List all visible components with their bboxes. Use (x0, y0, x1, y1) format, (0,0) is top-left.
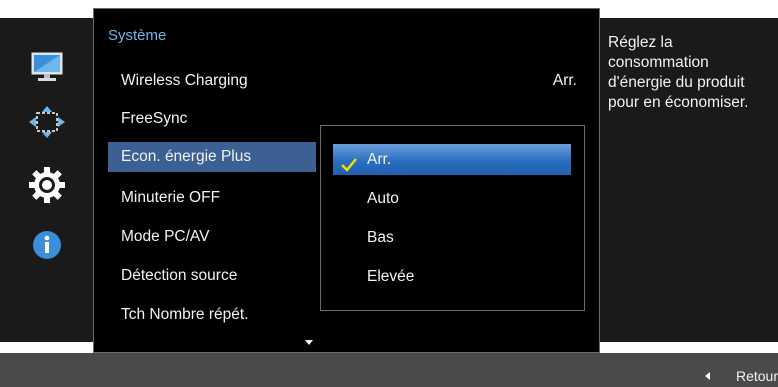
picture-icon[interactable] (27, 48, 67, 88)
back-label: Retour (735, 368, 778, 384)
menu-item-label: Détection source (121, 267, 238, 284)
option-auto[interactable]: Auto (333, 183, 571, 214)
back-button[interactable]: Retour (704, 366, 778, 386)
option-arr[interactable]: Arr. (333, 144, 571, 175)
osd-menu: Réglez la consommation d'énergie du prod… (0, 0, 778, 387)
information-icon[interactable] (27, 225, 67, 265)
menu-item-wireless-charging[interactable]: Wireless Charging (121, 72, 577, 90)
menu-item-mode-pc-av[interactable]: Mode PC/AV (121, 228, 209, 246)
settings-gear-icon[interactable] (27, 165, 67, 205)
option-label: Elevée (367, 268, 415, 285)
category-sidebar (0, 18, 93, 342)
menu-item-tch-nombre-repet[interactable]: Tch Nombre répét. (121, 306, 249, 324)
menu-item-label: Econ. énergie Plus (121, 148, 252, 165)
back-arrow-icon (704, 372, 710, 380)
option-label: Bas (367, 229, 394, 246)
option-elevee[interactable]: Elevée (333, 261, 571, 292)
option-label: Auto (367, 190, 399, 207)
menu-item-label: Tch Nombre répét. (121, 306, 249, 323)
checkmark-icon (341, 152, 357, 183)
description-text: Réglez la consommation d'énergie du prod… (608, 34, 749, 111)
footer-bar: Retour (0, 353, 778, 387)
scroll-down-icon[interactable] (305, 340, 313, 345)
menu-item-minuterie-off[interactable]: Minuterie OFF (121, 189, 220, 207)
menu-item-econ-energie-plus[interactable]: Econ. énergie Plus (108, 142, 316, 172)
menu-title: Système (108, 27, 167, 44)
menu-item-label: FreeSync (121, 110, 188, 127)
menu-item-freesync[interactable]: FreeSync (121, 110, 187, 128)
wireless-charging-value: Arr. (552, 72, 577, 89)
menu-item-label: Mode PC/AV (121, 228, 210, 245)
option-label: Arr. (367, 151, 392, 168)
menu-item-label: Minuterie OFF (121, 189, 221, 206)
onscreen-display-icon[interactable] (27, 102, 67, 142)
menu-item-label: Wireless Charging (121, 72, 248, 89)
econ-energie-options-popup: Arr. Auto Bas Elevée (320, 125, 585, 311)
option-bas[interactable]: Bas (333, 222, 571, 253)
menu-item-detection-source[interactable]: Détection source (121, 267, 237, 285)
